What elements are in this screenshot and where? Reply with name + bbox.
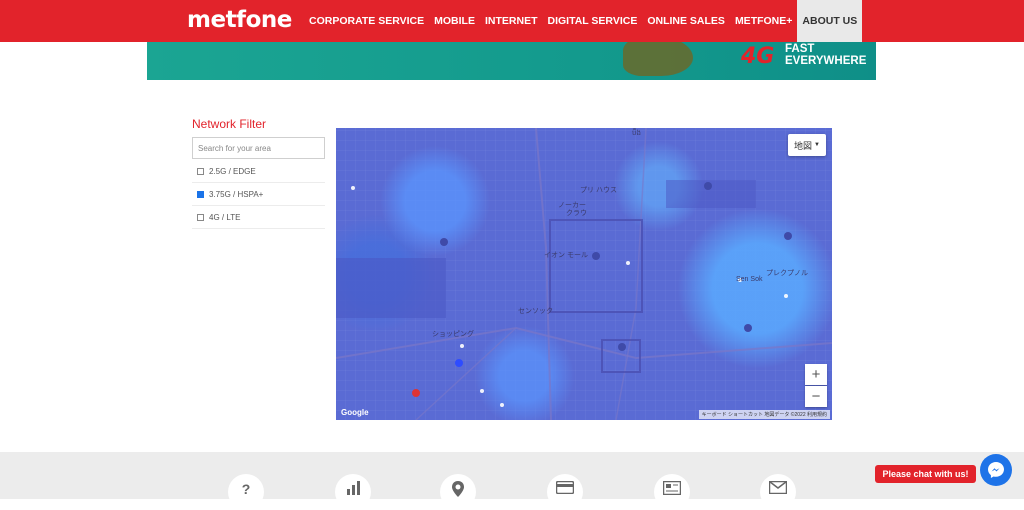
chevron-down-icon: ▼ <box>814 142 820 148</box>
coverage-map[interactable]: បឹង プリ ハウス ノーカー クラウ イオン モール センソック ショッピング… <box>336 128 832 420</box>
nav-about-us[interactable]: ABOUT US <box>797 0 863 42</box>
card-icon-graphic <box>556 481 574 494</box>
banner-4g-badge: 4G <box>741 44 775 69</box>
banner-tagline-line1: FAST <box>785 43 815 55</box>
news-icon-graphic <box>663 481 681 495</box>
promo-banner[interactable]: 4G FAST EVERYWHERE <box>147 42 876 80</box>
mail-icon-graphic <box>769 481 787 494</box>
map-label: クラウ <box>566 210 587 217</box>
news-icon[interactable] <box>654 474 690 510</box>
map-label: プリ ハウス <box>580 187 617 194</box>
card-icon[interactable] <box>547 474 583 510</box>
nav-internet[interactable]: INTERNET <box>480 0 543 42</box>
location-icon[interactable] <box>440 474 476 510</box>
network-filter-title: Network Filter <box>192 117 267 131</box>
nav-metfone-plus[interactable]: METFONE+ <box>730 0 797 42</box>
main-nav: CORPORATE SERVICE MOBILE INTERNET DIGITA… <box>304 0 863 42</box>
map-label: បឹង <box>632 130 641 137</box>
google-logo: Google <box>341 408 369 417</box>
checkbox-4g[interactable] <box>197 213 204 221</box>
map-label: イオン モール <box>544 252 588 259</box>
top-navigation-bar: metfone CORPORATE SERVICE MOBILE INTERNE… <box>0 0 1024 42</box>
area-search-input[interactable]: Search for your area <box>192 137 325 159</box>
messenger-icon[interactable] <box>980 454 1012 486</box>
messenger-icon-graphic <box>988 462 1004 478</box>
nav-mobile[interactable]: MOBILE <box>429 0 480 42</box>
question-icon[interactable]: ? <box>228 474 264 510</box>
filter-option-label: 4G / LTE <box>209 212 241 222</box>
chart-icon[interactable] <box>335 474 371 510</box>
map-label: Sen Sok <box>736 276 763 283</box>
mail-icon[interactable] <box>760 474 796 510</box>
chat-prompt-button[interactable]: Please chat with us! <box>875 465 976 483</box>
map-attribution[interactable]: キーボード ショートカット 地図データ ©2022 利用規約 <box>698 410 830 419</box>
banner-tagline-line2: EVERYWHERE <box>785 55 867 67</box>
map-roads <box>336 128 832 420</box>
map-type-button[interactable]: 地図 ▼ <box>788 134 826 156</box>
cambodia-map-graphic <box>623 42 693 76</box>
banner-tagline: FAST EVERYWHERE <box>785 43 866 67</box>
filter-option-3-75g[interactable]: 3.75G / HSPA+ <box>192 183 325 206</box>
map-label: ショッピング <box>432 331 474 338</box>
zoom-out-button[interactable]: − <box>805 386 827 407</box>
nav-online-sales[interactable]: ONLINE SALES <box>642 0 730 42</box>
metfone-logo[interactable]: metfone <box>187 7 292 33</box>
filter-option-label: 3.75G / HSPA+ <box>209 189 264 199</box>
network-filter-options: 2.5G / EDGE 3.75G / HSPA+ 4G / LTE <box>192 160 325 229</box>
chart-icon-graphic <box>347 481 360 495</box>
nav-corporate-service[interactable]: CORPORATE SERVICE <box>304 0 429 42</box>
location-icon-graphic <box>452 481 464 497</box>
map-type-label: 地図 <box>794 140 813 151</box>
map-label: センソック <box>518 308 553 315</box>
checkbox-3-75g[interactable] <box>197 190 204 198</box>
footer-bar: ? <box>0 452 1024 510</box>
filter-option-4g[interactable]: 4G / LTE <box>192 206 325 229</box>
map-label: プレクプノル <box>766 270 808 277</box>
filter-option-label: 2.5G / EDGE <box>209 166 256 176</box>
filter-option-2-5g[interactable]: 2.5G / EDGE <box>192 160 325 183</box>
checkbox-2-5g[interactable] <box>197 167 204 175</box>
nav-digital-service[interactable]: DIGITAL SERVICE <box>542 0 642 42</box>
zoom-in-button[interactable]: + <box>805 364 827 385</box>
